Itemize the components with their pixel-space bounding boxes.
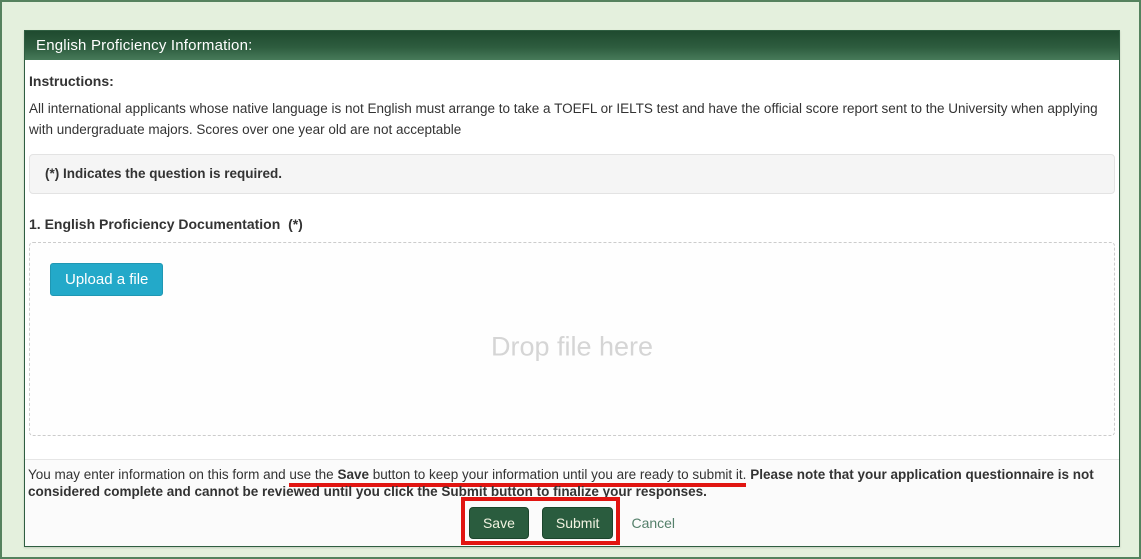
file-drop-zone[interactable]: Upload a file Drop file here xyxy=(29,242,1115,436)
instructions-text: All international applicants whose nativ… xyxy=(29,101,1098,137)
submit-button[interactable]: Submit xyxy=(541,507,614,539)
footer-note: You may enter information on this form a… xyxy=(28,466,1116,500)
save-button[interactable]: Save xyxy=(468,507,529,539)
save-submit-group: Save Submit xyxy=(460,497,621,545)
upload-file-button[interactable]: Upload a file xyxy=(50,263,164,296)
question-label: 1. English Proficiency Documentation (*) xyxy=(29,216,1115,233)
english-proficiency-panel: English Proficiency Information: Instruc… xyxy=(24,30,1120,547)
instructions-heading: Instructions: xyxy=(29,73,114,89)
drop-file-hint: Drop file here xyxy=(490,331,654,362)
required-notice-text: (*) Indicates the question is required. xyxy=(45,166,283,181)
question-label-text: 1. English Proficiency Documentation xyxy=(29,216,281,232)
note-plain: You may enter information on this form a… xyxy=(28,467,290,482)
question-required-marker: (*) xyxy=(288,216,303,232)
panel-header: English Proficiency Information: xyxy=(25,31,1119,60)
cancel-link[interactable]: Cancel xyxy=(631,515,675,531)
required-notice-box: (*) Indicates the question is required. xyxy=(29,154,1115,194)
panel-body: Instructions: All international applican… xyxy=(25,60,1119,436)
actions-row: Save Submit Cancel xyxy=(28,497,1116,545)
page-background: English Proficiency Information: Instruc… xyxy=(0,0,1141,559)
panel-title: English Proficiency Information: xyxy=(36,37,253,54)
panel-footer: You may enter information on this form a… xyxy=(25,459,1119,546)
